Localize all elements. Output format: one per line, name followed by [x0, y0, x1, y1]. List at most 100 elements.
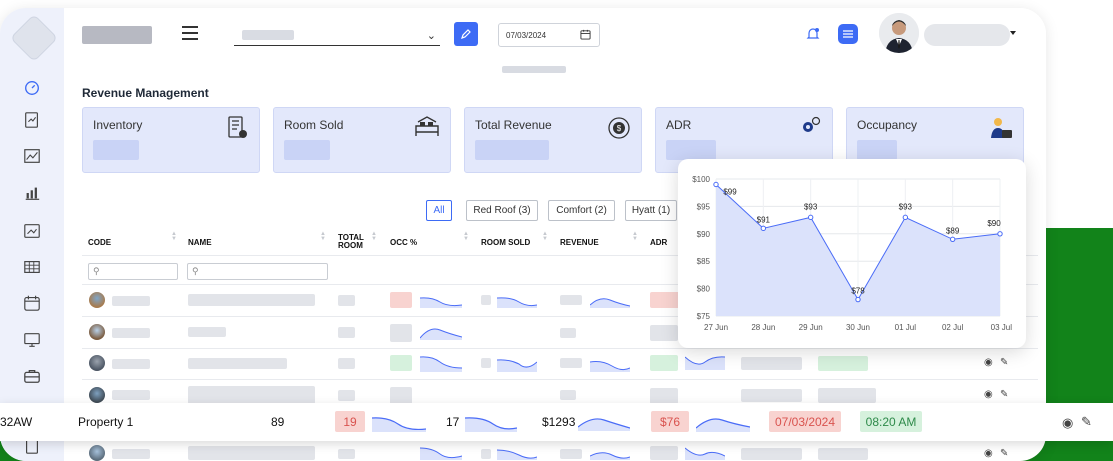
edit-icon[interactable]: ✎: [1000, 357, 1008, 368]
sidebar-bar-chart-icon[interactable]: [22, 183, 42, 203]
card-value: [284, 140, 330, 160]
sidebar-calendar-icon[interactable]: [22, 293, 42, 313]
filter-hyatt[interactable]: Hyatt (1): [625, 200, 677, 221]
revenue-placeholder: [560, 390, 576, 400]
chart-data-point: [760, 225, 767, 232]
tab-placeholder[interactable]: [502, 66, 566, 73]
code-placeholder: [112, 390, 150, 400]
row-divider: [82, 379, 1038, 380]
sidebar-reports-icon[interactable]: [22, 110, 42, 130]
property-thumbnail: [89, 324, 105, 340]
highlighted-table-row[interactable]: 32AW Property 1 89 19 17 $1293 $76 07/03…: [0, 403, 1113, 441]
card-value: [857, 140, 897, 160]
sidebar-table-icon[interactable]: [22, 257, 42, 277]
app-logo[interactable]: [9, 13, 59, 63]
calendar-icon[interactable]: [580, 29, 591, 40]
card-label: Total Revenue: [475, 118, 552, 132]
name-placeholder: [188, 327, 226, 337]
edit-icon[interactable]: ✎: [1081, 414, 1092, 430]
code-placeholder: [112, 328, 150, 338]
total-room-placeholder: [338, 390, 355, 401]
adr-trend-chart-popup: $99 $91 $93 $78 $93 $89 $90 $100 $95 $90 $85 $80 $7…: [678, 159, 1026, 348]
card-label: ADR: [666, 118, 692, 132]
column-header-revenue[interactable]: REVENUE: [560, 239, 599, 247]
total-revenue-card[interactable]: Total Revenue $: [464, 107, 642, 173]
column-header-total-room-line2: ROOM: [338, 241, 363, 250]
occ-sparkline: [420, 447, 462, 460]
column-header-code[interactable]: CODE: [88, 239, 111, 247]
sidebar-calendar-chart-icon[interactable]: [22, 221, 42, 241]
revenue-sparkline: [590, 298, 630, 308]
property-select[interactable]: ⌄: [234, 26, 440, 46]
row-name[interactable]: Property 1: [78, 415, 133, 429]
room-sold-placeholder: [481, 295, 491, 305]
total-room-placeholder: [338, 327, 355, 338]
list-button[interactable]: [838, 24, 858, 44]
view-icon[interactable]: ◉: [984, 448, 993, 459]
view-icon[interactable]: ◉: [984, 389, 993, 400]
date-input[interactable]: [506, 25, 570, 45]
menu-icon[interactable]: [182, 26, 198, 40]
property-thumbnail: [89, 445, 105, 461]
sort-icon[interactable]: ▲ ▼: [632, 231, 638, 242]
row-occ-sparkline: [372, 417, 426, 432]
sidebar-analytics-icon[interactable]: [22, 146, 42, 166]
occupancy-icon: [991, 118, 1012, 138]
chart-y-tick-label: $80: [697, 285, 711, 294]
view-icon[interactable]: ◉: [1062, 415, 1073, 431]
sort-icon[interactable]: ▲ ▼: [371, 231, 377, 242]
column-header-name[interactable]: NAME: [188, 239, 212, 247]
edit-icon[interactable]: ✎: [1000, 389, 1008, 400]
time-placeholder: [818, 356, 868, 371]
room-sold-card[interactable]: Room Sold: [273, 107, 451, 173]
property-select-value: [242, 30, 294, 40]
sort-icon[interactable]: ▲ ▼: [542, 231, 548, 242]
code-placeholder: [112, 449, 150, 459]
column-header-occ[interactable]: OCC %: [390, 239, 417, 247]
chart-data-label: $78: [851, 287, 865, 296]
chart-y-tick-label: $100: [692, 175, 710, 184]
chart-data-point: [807, 214, 814, 221]
view-icon[interactable]: ◉: [984, 357, 993, 368]
sidebar: [0, 8, 64, 461]
column-header-room-sold[interactable]: ROOM SOLD: [481, 239, 530, 247]
card-value: [666, 140, 716, 160]
inventory-card[interactable]: Inventory: [82, 107, 260, 173]
chart-y-tick-label: $90: [697, 230, 711, 239]
sidebar-dashboard-icon[interactable]: [20, 76, 44, 100]
top-header: ⌄: [64, 8, 1046, 62]
name-search-input[interactable]: ⚲: [187, 263, 328, 280]
chart-x-tick-label: 30 Jun: [846, 323, 870, 332]
filter-all[interactable]: All: [426, 200, 452, 221]
occ-badge-placeholder: [390, 324, 412, 342]
filter-comfort[interactable]: Comfort (2): [548, 200, 615, 221]
sidebar-monitor-icon[interactable]: [22, 330, 42, 350]
room-sold-sparkline: [497, 449, 537, 460]
row-revenue-sparkline: [578, 418, 630, 431]
column-header-adr[interactable]: ADR: [650, 239, 667, 247]
row-adr-badge: $76: [651, 411, 689, 432]
caret-down-icon[interactable]: [1010, 31, 1016, 35]
code-search-input[interactable]: ⚲: [88, 263, 178, 280]
column-header-total-room[interactable]: TOTAL ROOM: [338, 234, 364, 250]
user-avatar[interactable]: [879, 13, 919, 53]
edit-icon[interactable]: ✎: [1000, 448, 1008, 459]
room-sold-sparkline: [497, 359, 537, 372]
row-adr-sparkline: [696, 418, 750, 432]
occ-sparkline: [420, 356, 462, 372]
name-placeholder: [188, 446, 315, 460]
sort-icon[interactable]: ▲ ▼: [320, 231, 326, 242]
search-icon: ⚲: [192, 266, 199, 276]
sort-icon[interactable]: ▲ ▼: [463, 231, 469, 242]
edit-button[interactable]: [454, 22, 478, 46]
sidebar-briefcase-icon[interactable]: [22, 366, 42, 386]
inventory-icon: [228, 116, 247, 138]
filter-red-roof[interactable]: Red Roof (3): [466, 200, 538, 221]
name-placeholder: [188, 386, 315, 404]
card-label: Inventory: [93, 118, 143, 132]
date-field[interactable]: [498, 23, 600, 47]
bell-icon[interactable]: [806, 27, 820, 41]
user-name-placeholder[interactable]: [924, 24, 1010, 46]
chart-data-label: $93: [804, 202, 818, 211]
sort-icon[interactable]: ▲ ▼: [171, 231, 177, 242]
